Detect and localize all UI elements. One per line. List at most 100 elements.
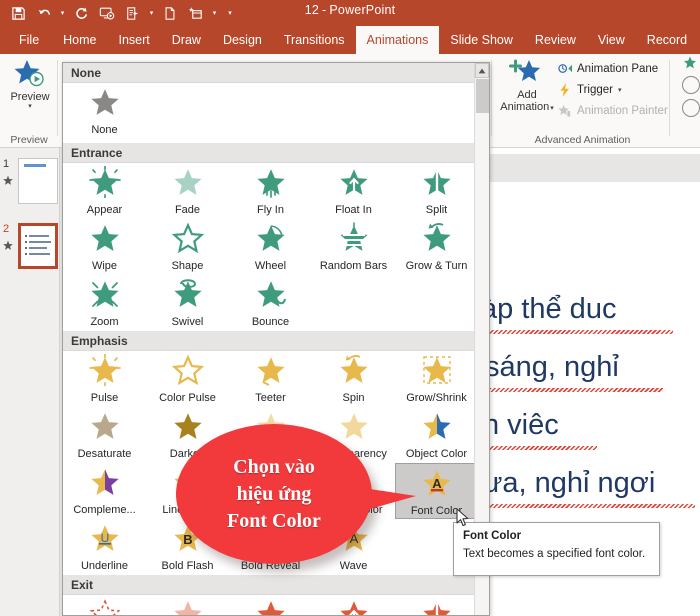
- animation-effect-fade[interactable]: Fade: [146, 163, 229, 219]
- slide-thumbnail-pane[interactable]: 1 2: [0, 148, 60, 616]
- animation-effect-spin[interactable]: Spin: [312, 351, 395, 407]
- animation-effect-split[interactable]: Split: [395, 163, 478, 219]
- animation-effect-float-out[interactable]: Float Out: [312, 595, 395, 616]
- preview-button-label: Preview: [10, 91, 49, 103]
- trigger-button[interactable]: Trigger ▾: [557, 79, 669, 100]
- gallery-section-header: Entrance: [63, 143, 489, 163]
- animation-effect-float-in[interactable]: Float In: [312, 163, 395, 219]
- animation-pane-icon: [557, 61, 573, 77]
- animation-effect-grow-turn[interactable]: Grow & Turn: [395, 219, 478, 275]
- star-wipe-icon: [89, 222, 121, 259]
- animation-indicator-star-icon: [2, 174, 14, 186]
- add-animation-label-text: Animation: [500, 101, 549, 113]
- star-teeter-icon: [255, 354, 287, 391]
- tab-draw[interactable]: Draw: [161, 26, 212, 54]
- add-animation-star-icon: [507, 57, 547, 87]
- callout-line-1: Chọn vào: [176, 454, 372, 481]
- animation-effect-label: Bounce: [252, 316, 289, 328]
- add-animation-caret[interactable]: ▾: [550, 105, 554, 112]
- tab-design[interactable]: Design: [212, 26, 273, 54]
- star-pale-icon: [172, 166, 204, 203]
- animation-effect-disappear[interactable]: Disappear: [63, 595, 146, 616]
- animation-effect-label: Desaturate: [78, 448, 132, 460]
- slide-text-line-1: àp thể duc: [481, 293, 616, 326]
- animation-effect-teeter[interactable]: Teeter: [229, 351, 312, 407]
- star-colorpulse-icon: [172, 354, 204, 391]
- window-title-app: PowerPoint: [329, 3, 395, 17]
- preview-group-title: Preview: [0, 134, 58, 146]
- tab-file[interactable]: File: [6, 26, 52, 54]
- tab-slide-show[interactable]: Slide Show: [439, 26, 524, 54]
- star-complement-icon: [89, 466, 121, 503]
- tab-review[interactable]: Review: [524, 26, 587, 54]
- timing-field-partial-1[interactable]: [682, 76, 700, 94]
- slide-thumbnail-2-preview[interactable]: [18, 223, 58, 269]
- ribbon-group-timing-partial: [678, 54, 700, 148]
- slide-thumbnail-1-preview[interactable]: [18, 158, 58, 204]
- animation-effect-fade[interactable]: Fade: [146, 595, 229, 616]
- animation-effect-pulse[interactable]: Pulse: [63, 351, 146, 407]
- animation-effect-label: Wipe: [92, 260, 117, 272]
- star-flyout-icon: [255, 598, 287, 616]
- animation-effect-wheel[interactable]: Wheel: [229, 219, 312, 275]
- star-zoom-icon: [89, 278, 121, 315]
- tab-record[interactable]: Record: [636, 26, 698, 54]
- tab-home[interactable]: Home: [52, 26, 107, 54]
- preview-dropdown-caret[interactable]: ▾: [28, 103, 32, 111]
- animation-effect-grow-shrink[interactable]: Grow/Shrink: [395, 351, 478, 407]
- animation-effect-shape[interactable]: Shape: [146, 219, 229, 275]
- animation-effect-fly-out[interactable]: Fly Out: [229, 595, 312, 616]
- animation-effect-color-pulse[interactable]: Color Pulse: [146, 351, 229, 407]
- animation-effect-compleme[interactable]: Compleme...: [63, 463, 146, 519]
- star-floatin-icon: [338, 166, 370, 203]
- group-separator: [491, 60, 492, 136]
- star-shape-icon: [172, 222, 204, 259]
- callout-line-2: hiệu ứng: [176, 481, 372, 508]
- animation-effect-label: None: [91, 124, 117, 136]
- animation-effect-object-color[interactable]: Object Color: [395, 407, 478, 463]
- timing-field-partial-2[interactable]: [682, 99, 700, 117]
- star-spin-icon: [338, 354, 370, 391]
- animation-effect-split[interactable]: Split: [395, 595, 478, 616]
- animation-effect-bounce[interactable]: Bounce: [229, 275, 312, 331]
- animation-effect-appear[interactable]: Appear: [63, 163, 146, 219]
- animation-effect-none[interactable]: None: [63, 83, 146, 143]
- animation-effect-desaturate[interactable]: Desaturate: [63, 407, 146, 463]
- gallery-section-header: None: [63, 63, 489, 83]
- slide-number-2: 2: [3, 223, 9, 235]
- gallery-row: Wipe Shape Wheel Random Bars: [63, 219, 489, 275]
- animation-effect-random-bars[interactable]: Random Bars: [312, 219, 395, 275]
- slide-number-1: 1: [3, 158, 9, 170]
- preview-button[interactable]: Preview ▾: [8, 58, 52, 111]
- animation-effect-label: Teeter: [255, 392, 286, 404]
- animation-painter-button[interactable]: Animation Painter: [557, 100, 669, 121]
- gallery-scroll-thumb[interactable]: [476, 79, 489, 113]
- animation-effect-swivel[interactable]: Swivel: [146, 275, 229, 331]
- animation-indicator-star-icon: [2, 239, 14, 251]
- star-fade-exit-icon: [172, 598, 204, 616]
- add-animation-button[interactable]: Add Animation▾: [498, 57, 556, 115]
- animation-effect-fly-in[interactable]: Fly In: [229, 163, 312, 219]
- tab-insert[interactable]: Insert: [108, 26, 161, 54]
- trigger-caret[interactable]: ▾: [618, 86, 622, 94]
- partial-star-icon: [680, 56, 696, 70]
- gallery-row: Pulse Color Pulse Teeter Spin Grow/S: [63, 351, 489, 407]
- animation-pane-button[interactable]: Animation Pane: [557, 58, 669, 79]
- animation-effect-zoom[interactable]: Zoom: [63, 275, 146, 331]
- animation-effect-wipe[interactable]: Wipe: [63, 219, 146, 275]
- animation-effect-label: Spin: [342, 392, 364, 404]
- animation-effect-underline[interactable]: U Underline: [63, 519, 146, 575]
- animation-effect-label: Underline: [81, 560, 128, 572]
- tab-animations[interactable]: Animations: [356, 26, 440, 54]
- tab-transitions[interactable]: Transitions: [273, 26, 356, 54]
- scroll-up-icon[interactable]: [475, 63, 489, 78]
- tooltip-title: Font Color: [463, 530, 650, 542]
- animation-painter-label: Animation Painter: [577, 105, 668, 117]
- star-objectcolor-icon: [421, 410, 453, 447]
- slide-text-line-2: sáng, nghỉ: [485, 351, 619, 384]
- star-bars-icon: [338, 222, 370, 259]
- tab-view[interactable]: View: [587, 26, 636, 54]
- star-bounce-icon: [255, 278, 287, 315]
- animation-effect-label: Object Color: [406, 448, 467, 460]
- gallery-section-header: Exit: [63, 575, 489, 595]
